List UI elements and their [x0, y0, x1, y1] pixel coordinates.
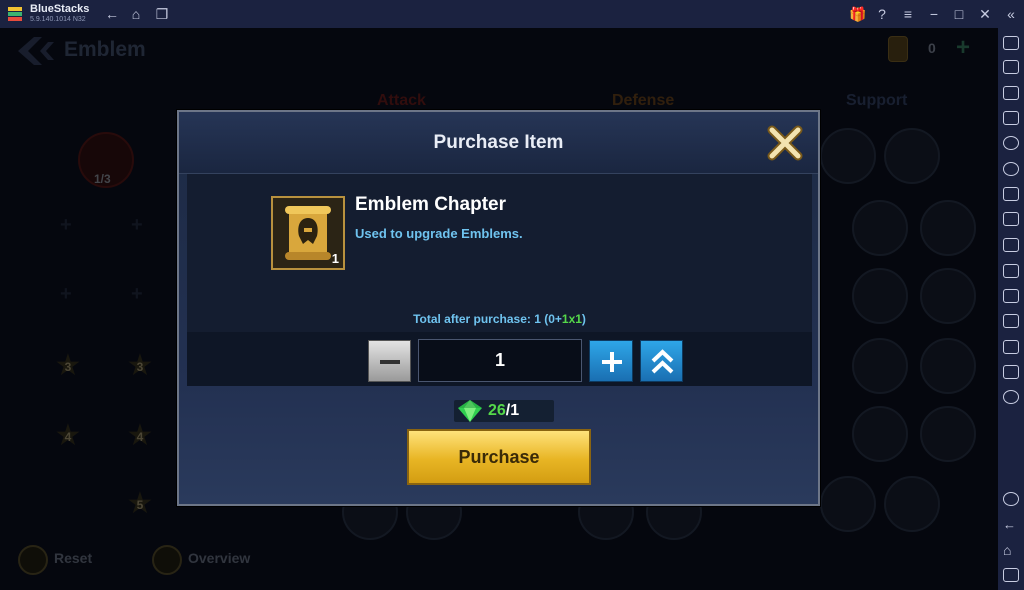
increase-quantity-button[interactable] — [589, 340, 633, 382]
android-back-icon[interactable]: ← — [1003, 518, 1019, 532]
keyboard-icon[interactable] — [1003, 111, 1019, 125]
maximize-icon[interactable]: □ — [951, 6, 967, 22]
quantity-stepper: 1 — [187, 332, 812, 386]
app-name: BlueStacks — [30, 3, 90, 15]
purchase-item-dialog: Purchase Item 1 Emblem Chapter Used to u… — [177, 110, 820, 506]
quantity-input[interactable]: 1 — [418, 339, 582, 382]
back-arrow-icon[interactable]: ← — [104, 6, 120, 22]
layers-icon[interactable] — [1003, 365, 1019, 379]
gift-icon[interactable]: 🎁 — [849, 6, 866, 22]
fps-icon[interactable] — [1003, 212, 1019, 226]
settings-gear-icon[interactable] — [1003, 492, 1019, 506]
gamepad-icon[interactable] — [1003, 187, 1019, 201]
item-name: Emblem Chapter — [355, 194, 506, 215]
diamonds-cost: /1 — [505, 402, 520, 419]
total-added: 1x1 — [561, 312, 582, 326]
collapse-sidebar-icon[interactable]: « — [1003, 6, 1019, 22]
menu-icon[interactable]: ≡ — [900, 6, 916, 22]
item-owned-qty: 1 — [331, 251, 339, 266]
multi-window-icon[interactable]: ❐ — [154, 6, 170, 22]
screenshot-icon[interactable] — [1003, 238, 1019, 252]
dialog-header: Purchase Item — [179, 112, 818, 174]
help-icon[interactable]: ? — [874, 6, 890, 22]
close-window-icon[interactable]: ✕ — [977, 6, 993, 22]
bluestacks-logo-icon — [8, 7, 22, 21]
decrease-quantity-button[interactable] — [368, 340, 411, 382]
total-suffix: ) — [581, 312, 586, 326]
android-recents-icon[interactable] — [1003, 568, 1019, 582]
folder-icon[interactable] — [1003, 264, 1019, 278]
title-bar: BlueStacks 5.9.140.1014 N32 ← ⌂ ❐ 🎁 ? ≡ … — [0, 0, 1024, 28]
price-value: 26/1 — [488, 402, 519, 420]
total-after-purchase: Total after purchase: 1 (0+1x1) — [187, 312, 812, 326]
volume-icon[interactable] — [1003, 60, 1019, 74]
shake-icon[interactable] — [1003, 340, 1019, 354]
item-panel: 1 Emblem Chapter Used to upgrade Emblems… — [187, 174, 812, 386]
dialog-title: Purchase Item — [433, 132, 564, 153]
diamonds-owned: 26 — [488, 402, 506, 419]
record-icon[interactable] — [1003, 136, 1019, 150]
multi-instance-icon[interactable] — [1003, 289, 1019, 303]
fullscreen-icon[interactable] — [1003, 36, 1019, 50]
total-prefix: Total after purchase: 1 (0+ — [413, 312, 562, 326]
close-icon[interactable] — [766, 124, 804, 162]
purchase-button[interactable]: Purchase — [407, 429, 591, 485]
macro-icon[interactable] — [1003, 162, 1019, 176]
price-display: 26/1 — [454, 400, 554, 422]
double-chevron-up-icon — [651, 349, 674, 374]
max-quantity-button[interactable] — [640, 340, 683, 382]
minimize-icon[interactable]: − — [926, 6, 942, 22]
bluestacks-sidebar: ← ⌂ — [998, 28, 1024, 590]
item-icon-frame: 1 — [271, 196, 345, 270]
app-version: 5.9.140.1014 N32 — [30, 16, 86, 23]
home-icon[interactable]: ⌂ — [128, 6, 144, 22]
item-description: Used to upgrade Emblems. — [355, 226, 523, 241]
media-icon[interactable] — [1003, 86, 1019, 100]
android-home-icon[interactable]: ⌂ — [1003, 543, 1019, 557]
rotate-icon[interactable] — [1003, 390, 1019, 404]
diamond-icon — [458, 400, 482, 422]
eco-mode-icon[interactable] — [1003, 314, 1019, 328]
